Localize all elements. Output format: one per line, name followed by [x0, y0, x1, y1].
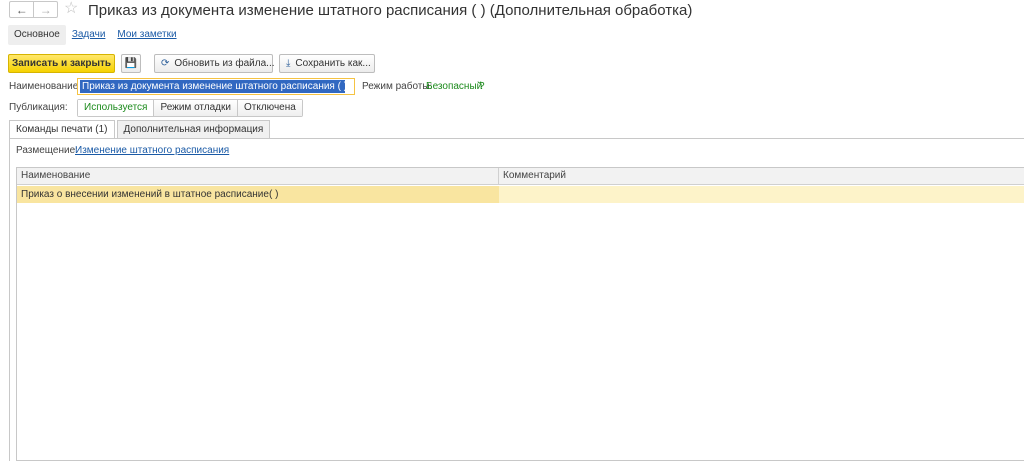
save-as-button[interactable]: ⤓ Сохранить как...: [279, 54, 375, 73]
table-row[interactable]: Приказ о внесении изменений в штатное ра…: [17, 186, 1024, 203]
name-field-value: Приказ из документа изменение штатного р…: [80, 80, 345, 93]
window-title: Приказ из документа изменение штатного р…: [88, 2, 693, 19]
column-header-name[interactable]: Наименование: [17, 168, 499, 184]
save-button[interactable]: 💾: [121, 54, 141, 73]
tab-additional-info[interactable]: Дополнительная информация: [116, 120, 271, 138]
panel-border: [9, 138, 10, 461]
publication-option-debug[interactable]: Режим отладки: [153, 100, 237, 116]
publication-option-disabled[interactable]: Отключена: [236, 100, 302, 116]
placement-link[interactable]: Изменение штатного расписания: [75, 145, 229, 156]
reload-from-file-button[interactable]: ⟳ Обновить из файла...: [154, 54, 275, 73]
forward-button[interactable]: →: [33, 2, 57, 17]
table-cell-comment[interactable]: [499, 186, 1024, 203]
table-header: Наименование Комментарий: [17, 168, 1024, 185]
column-header-comment[interactable]: Комментарий: [499, 168, 1024, 184]
publication-label: Публикация:: [9, 102, 68, 113]
inner-tabs: Команды печати (1) Дополнительная информ…: [9, 120, 272, 138]
tab-print-commands[interactable]: Команды печати (1): [9, 120, 115, 138]
save-as-label: Сохранить как...: [295, 58, 371, 69]
publication-switch: Используется Режим отладки Отключена: [77, 99, 303, 117]
reload-from-file-label: Обновить из файла...: [174, 58, 275, 69]
save-and-close-button[interactable]: Записать и закрыть: [8, 54, 115, 73]
arrow-left-icon: ←: [15, 2, 28, 17]
nav-buttons: ← →: [9, 1, 58, 18]
mode-value: Безопасный: [426, 81, 483, 92]
reload-icon: ⟳: [161, 58, 170, 69]
title-bar: ← → ☆ Приказ из документа изменение штат…: [0, 0, 1024, 22]
download-icon: ⤓: [286, 58, 291, 69]
mode-label: Режим работы:: [362, 81, 433, 92]
form-sections: Основное Задачи Мои заметки: [8, 25, 183, 45]
name-label: Наименование:: [9, 81, 82, 92]
tab-my-notes[interactable]: Мои заметки: [111, 25, 182, 45]
favorite-star-icon[interactable]: ☆: [64, 0, 78, 18]
back-button[interactable]: ←: [10, 2, 33, 17]
publication-option-used[interactable]: Используется: [78, 100, 154, 116]
mode-help-link[interactable]: ?: [479, 81, 485, 92]
name-field[interactable]: Приказ из документа изменение штатного р…: [77, 78, 355, 95]
print-commands-table[interactable]: Наименование Комментарий Приказ о внесен…: [16, 167, 1024, 461]
arrow-right-icon: →: [39, 2, 52, 17]
table-cell-name[interactable]: Приказ о внесении изменений в штатное ра…: [17, 186, 499, 203]
tab-divider: [9, 138, 1024, 139]
tab-tasks[interactable]: Задачи: [66, 25, 112, 45]
tab-main[interactable]: Основное: [8, 25, 66, 45]
placement-label: Размещение:: [16, 145, 78, 156]
floppy-disk-icon: 💾: [124, 58, 138, 69]
